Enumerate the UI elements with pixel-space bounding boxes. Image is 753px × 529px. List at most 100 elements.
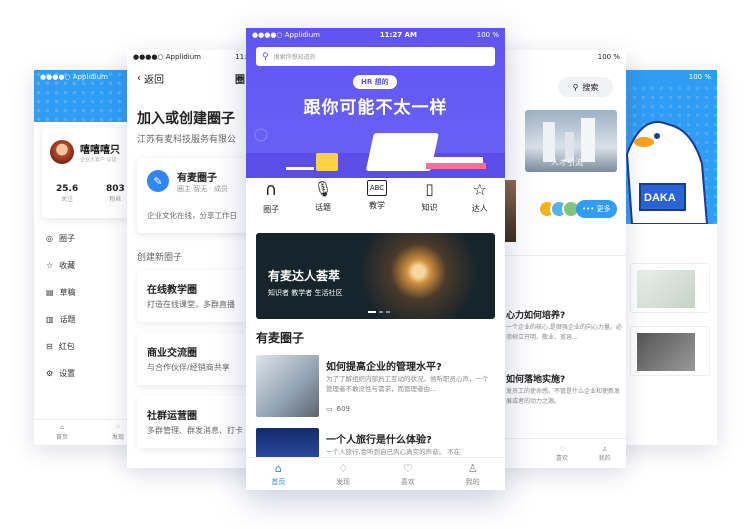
category-bar: ∩ 圈子 🎙︎ 话题 ABC 教学 ▯ 知识 ☆ 达人: [246, 180, 505, 225]
star-icon: ☆: [46, 261, 54, 270]
tab-discover[interactable]: ♢ 发现: [311, 458, 376, 490]
battery-text: 100 %: [688, 73, 711, 81]
phone-screen-home: ●●●●○ Applidium 11:27 AM 100 % ⚲ 搜索你想知道的…: [246, 28, 505, 490]
headphones-icon: ∩: [264, 180, 278, 200]
star-icon: ☆: [472, 180, 487, 199]
back-button[interactable]: ‹ 返回: [137, 71, 164, 86]
talent-card[interactable]: 人才引流: [525, 110, 617, 172]
category-teaching[interactable]: ABC 教学: [366, 180, 388, 225]
abc-box-icon: ABC: [366, 180, 388, 196]
menu-circles[interactable]: ◎ 圈子: [46, 233, 75, 244]
gear-icon: ⚙: [46, 369, 54, 378]
circle-type-card[interactable]: 在线教学圈 打造在线课堂，多群直播: [137, 270, 257, 322]
category-experts[interactable]: ☆ 达人: [472, 180, 488, 225]
hero-badge: HR 想的: [353, 75, 397, 89]
menu-favorites[interactable]: ☆ 收藏: [46, 260, 75, 271]
article-thumbnail: [256, 355, 319, 417]
circle-type-title: 在线教学圈: [147, 285, 197, 296]
tab-mine[interactable]: ♙ 我的: [440, 458, 505, 490]
duck-mascot-illustration: DAKA: [625, 121, 709, 225]
image-card[interactable]: [630, 263, 710, 313]
pencil-icon: ✎: [147, 170, 169, 192]
tab-like[interactable]: ♡ 喜欢: [541, 439, 584, 468]
draft-icon: ▤: [46, 288, 54, 297]
carrier-text: ●●●●○ Applidium: [40, 73, 108, 81]
menu-label: 设置: [59, 369, 76, 378]
stat-following[interactable]: 25.6 关注: [56, 184, 78, 203]
stat-label: 关注: [61, 196, 74, 203]
user-name: 嘻嘻嘻只: [80, 145, 120, 156]
avatar[interactable]: [50, 140, 74, 164]
heart-icon: ♡: [402, 461, 413, 475]
menu-label: 话题: [59, 315, 76, 324]
menu-label: 收藏: [59, 261, 76, 270]
status-bar: ●●●●○ Applidium 11:2: [127, 50, 257, 64]
search-button[interactable]: ⚲ 搜索: [558, 77, 613, 97]
search-icon: ⚲: [262, 51, 269, 62]
circle-name: 有麦圈子: [177, 173, 217, 184]
article-item[interactable]: 如何提高企业的管理水平? 为了了解组织内部员工互动的状况，倾听职员心声，一个管理…: [256, 355, 495, 425]
article-desc: 为了了解组织内部员工互动的状况，倾听职员心声，一个管理者不敢没性与需求，而管理者…: [326, 375, 489, 393]
promo-banner[interactable]: 有麦达人荟萃 知识者 教学者 生活社区: [256, 233, 495, 319]
back-label: 返回: [144, 75, 164, 86]
stat-fans[interactable]: 803 粉丝: [106, 184, 125, 203]
category-label: 达人: [471, 204, 488, 213]
carrier-text: ●●●●○ Applidium: [133, 53, 201, 61]
hero-title: 跟你可能不太一样: [303, 98, 448, 118]
status-bar: 100 %: [498, 50, 626, 64]
menu-settings[interactable]: ⚙ 设置: [46, 368, 75, 379]
current-circle-card[interactable]: ✎ 有麦圈子 圈主 智无 · 成员 企业文化在线，分享工作日: [137, 158, 257, 233]
stat-value: 25.6: [56, 184, 79, 194]
stat-value: 803: [106, 184, 125, 194]
circle-type-desc: 多群管理、群发消息、打卡: [147, 426, 243, 435]
menu-topics[interactable]: ▥ 话题: [46, 314, 76, 325]
office-photo: [637, 270, 695, 308]
battery-text: 100 %: [476, 31, 499, 39]
avatar-group[interactable]: ••• 更多: [538, 200, 617, 218]
carousel-dots[interactable]: [368, 311, 390, 313]
article-title[interactable]: 心力如何培养?: [506, 308, 565, 321]
tab-home[interactable]: ⌂ 首页: [34, 420, 90, 445]
book-icon: ▯: [425, 180, 434, 198]
mascot-header: DAKA: [612, 84, 717, 225]
circle-type-card[interactable]: 社群运营圈 多群管理、群发消息、打卡: [137, 396, 257, 448]
menu-drafts[interactable]: ▤ 草稿: [46, 287, 76, 298]
tab-label: 首页: [271, 477, 286, 486]
chevron-left-icon: ‹: [137, 73, 141, 84]
category-knowledge[interactable]: ▯ 知识: [422, 180, 438, 225]
red-packet-icon: ⊟: [46, 342, 53, 351]
phone-screen-create-circle: ●●●●○ Applidium 11:2 ‹ 返回 圈 加入或创建圈子 江苏有麦科技…: [127, 50, 257, 468]
person-icon: ♙: [601, 445, 608, 453]
user-subtitle: 企业大客户 认证: [80, 157, 117, 163]
company-name: 江苏有麦科技服务有限公: [137, 135, 237, 145]
tab-label: 发现: [336, 477, 351, 486]
heart-icon: ♡: [559, 445, 565, 453]
article-title[interactable]: 如何落地实施?: [506, 372, 565, 385]
search-input[interactable]: ⚲ 搜索你想知道的: [256, 47, 495, 66]
phone-screen-discover: 100 % ⚲ 搜索 人才引流 ••• 更多 心力如何培养? 一个企业的核心,是继…: [498, 50, 626, 468]
comment-number: 609: [336, 405, 350, 413]
tab-label: 我的: [598, 454, 611, 462]
category-label: 圈子: [263, 205, 280, 214]
category-circles[interactable]: ∩ 圈子: [263, 180, 279, 225]
menu-red-packet[interactable]: ⊟ 红包: [46, 341, 75, 352]
circle-desc: 企业文化在线，分享工作日: [147, 211, 237, 220]
circle-type-title: 社群运营圈: [147, 411, 197, 422]
category-label: 教学: [369, 201, 385, 210]
category-topics[interactable]: 🎙︎ 话题: [313, 180, 332, 225]
circle-type-card[interactable]: 商业交流圈 与合作伙伴/经销商共享: [137, 333, 257, 385]
tab-home[interactable]: ⌂ 首页: [246, 458, 311, 490]
image-card[interactable]: [630, 326, 710, 376]
tab-label: 首页: [55, 434, 68, 441]
circle-type-desc: 打造在线课堂，多群直播: [147, 300, 235, 309]
menu-label: 红包: [58, 342, 75, 351]
phone-screen-profile-right: 100 % DAKA: [612, 70, 717, 445]
search-placeholder: 搜索你想知道的: [273, 54, 316, 61]
tab-mine[interactable]: ♙ 我的: [583, 439, 626, 468]
diamond-icon: ♢: [115, 424, 121, 431]
tab-like[interactable]: ♡ 喜欢: [376, 458, 441, 490]
more-button[interactable]: ••• 更多: [576, 200, 617, 218]
article-title: 一个人旅行是什么体验?: [326, 435, 432, 446]
article-desc: 一个人旅行,会听到自己内心真实的声音。 不在: [326, 448, 461, 456]
banner-subtitle: 知识者 教学者 生活社区: [268, 289, 343, 297]
